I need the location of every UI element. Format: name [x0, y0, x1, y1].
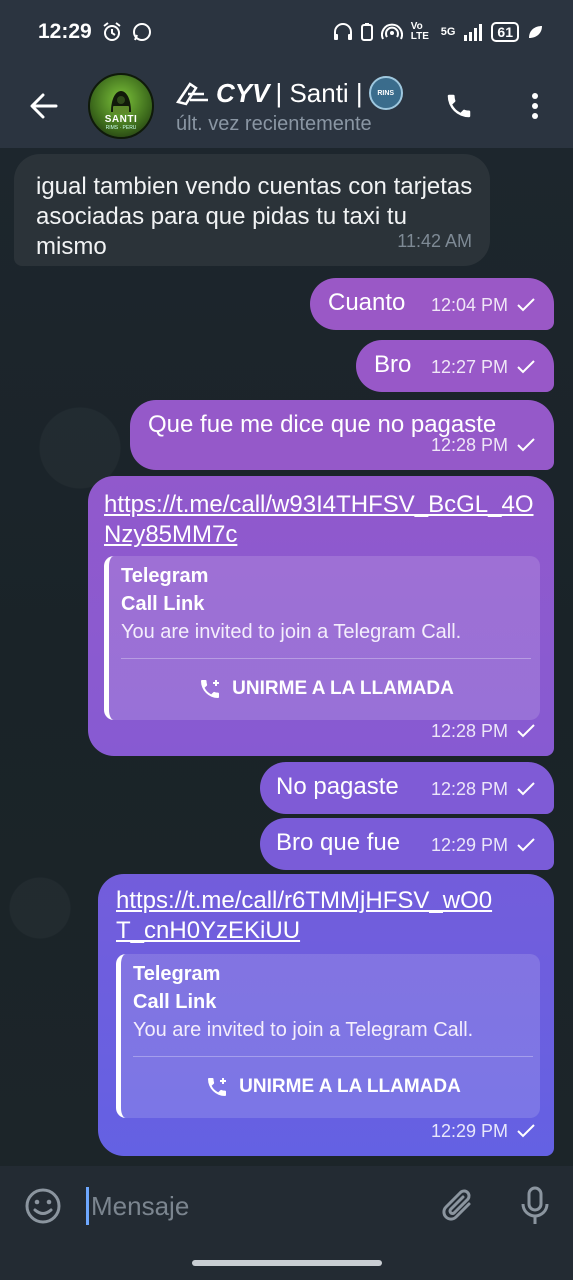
check-icon: [517, 782, 535, 796]
network-label: 5G: [440, 26, 456, 38]
more-options-button[interactable]: [497, 64, 573, 148]
preview-title: Call Link: [121, 593, 205, 615]
chat-title-name: | Santi |: [275, 77, 363, 108]
check-icon: [517, 838, 535, 852]
add-call-icon: [208, 1078, 227, 1096]
status-time: 12:29: [38, 20, 92, 43]
message-time: 11:42 AM: [397, 231, 472, 251]
join-call-label: UNIRME A LA LLAMADA: [232, 678, 454, 699]
link-preview[interactable]: Telegram Call Link You are invited to jo…: [104, 556, 540, 720]
preview-description: You are invited to join a Telegram Call.: [133, 1019, 474, 1041]
message-text: Bro que fue: [276, 829, 401, 856]
voice-message-button[interactable]: [497, 1166, 573, 1246]
message-text: No pagaste: [276, 773, 399, 800]
message-time: 12:29 PM: [430, 835, 508, 855]
message-time: 12:29 PM: [430, 1121, 508, 1141]
alarm-icon: [102, 22, 122, 42]
more-vertical-icon: [532, 93, 538, 119]
message-time: 12:27 PM: [430, 357, 508, 377]
avatar[interactable]: SANTI RIMS · PERU: [88, 73, 154, 139]
message-outgoing[interactable]: Bro que fue 12:29 PM: [260, 818, 554, 870]
leaf-icon: [527, 24, 543, 40]
join-call-label: UNIRME A LA LLAMADA: [239, 1076, 461, 1097]
link-preview[interactable]: Telegram Call Link You are invited to jo…: [116, 954, 540, 1118]
signal-icon: [463, 23, 483, 41]
message-link[interactable]: https://t.me/call/w93I4THFSV_BcGL_4ONzy8…: [104, 490, 544, 550]
text-caret: [86, 1187, 89, 1225]
arrow-left-icon: [30, 93, 58, 119]
message-time: 12:28 PM: [430, 721, 508, 741]
preview-title: Call Link: [133, 991, 217, 1013]
chat-header: SANTI RIMS · PERU CYV | Santi | RINS últ…: [0, 64, 573, 148]
chat-title-brand: CYV: [216, 77, 270, 108]
join-call-button[interactable]: UNIRME A LA LLAMADA: [133, 1057, 533, 1117]
check-icon: [517, 724, 535, 738]
whatsapp-icon: [132, 22, 152, 42]
back-button[interactable]: [0, 64, 88, 148]
message-input-placeholder: Mensaje: [91, 1190, 190, 1221]
message-time: 12:28 PM: [430, 779, 508, 799]
emoji-icon: [25, 1188, 61, 1224]
hotspot-icon: [380, 23, 403, 41]
headphones-icon: [333, 23, 353, 41]
check-icon: [517, 438, 535, 452]
hacker-avatar-icon: [111, 91, 131, 114]
message-time: 12:04 PM: [430, 295, 508, 315]
preview-description: You are invited to join a Telegram Call.: [121, 621, 462, 643]
microphone-icon: [521, 1186, 549, 1224]
message-time: 12:28 PM: [430, 435, 508, 455]
chat-title-block[interactable]: CYV | Santi | RINS últ. vez recientement…: [176, 76, 412, 136]
check-icon: [517, 1124, 535, 1138]
home-gesture-handle[interactable]: [191, 1260, 382, 1266]
battery-indicator: 61: [491, 22, 519, 42]
add-call-icon: [201, 680, 220, 698]
message-list[interactable]: igual tambien vendo cuentas con tarjetas…: [0, 148, 573, 1166]
emoji-button[interactable]: [0, 1166, 86, 1246]
preview-site-name: Telegram: [121, 565, 209, 587]
avatar-sublabel: RIMS · PERU: [105, 125, 137, 131]
status-bar: 12:29 Vo LTE 5G 61: [0, 0, 573, 64]
avatar-label: SANTI: [104, 114, 138, 125]
pen-logo-icon: [176, 82, 208, 106]
check-icon: [517, 360, 535, 374]
message-outgoing[interactable]: Bro 12:27 PM: [356, 340, 554, 392]
message-text: Bro: [374, 351, 412, 378]
message-text: Cuanto: [328, 289, 406, 316]
battery-saver-icon: [360, 23, 373, 41]
lte-label: Vo LTE: [410, 21, 429, 42]
attach-button[interactable]: [421, 1166, 497, 1246]
call-button[interactable]: [421, 64, 497, 148]
message-incoming[interactable]: igual tambien vendo cuentas con tarjetas…: [14, 154, 490, 266]
phone-icon: [447, 94, 471, 118]
message-outgoing[interactable]: Cuanto 12:04 PM: [310, 278, 554, 330]
message-link[interactable]: https://t.me/call/r6TMMjHFSV_wO0T_cnH0Yz…: [116, 886, 496, 946]
message-outgoing[interactable]: Que fue me dice que no pagaste 12:28 PM: [130, 400, 554, 470]
message-outgoing[interactable]: No pagaste 12:28 PM: [260, 762, 554, 814]
message-input-bar: Mensaje: [0, 1166, 573, 1246]
system-nav-bar: [0, 1246, 573, 1280]
message-input[interactable]: Mensaje: [86, 1166, 421, 1246]
paperclip-icon: [442, 1189, 471, 1221]
title-badge: RINS: [368, 76, 403, 110]
check-icon: [517, 298, 535, 312]
message-outgoing-link[interactable]: https://t.me/call/w93I4THFSV_BcGL_4ONzy8…: [88, 476, 554, 756]
message-outgoing-link[interactable]: https://t.me/call/r6TMMjHFSV_wO0T_cnH0Yz…: [98, 874, 554, 1156]
last-seen-status: últ. vez recientemente: [176, 113, 372, 135]
join-call-button[interactable]: UNIRME A LA LLAMADA: [121, 659, 531, 719]
preview-site-name: Telegram: [133, 963, 221, 985]
